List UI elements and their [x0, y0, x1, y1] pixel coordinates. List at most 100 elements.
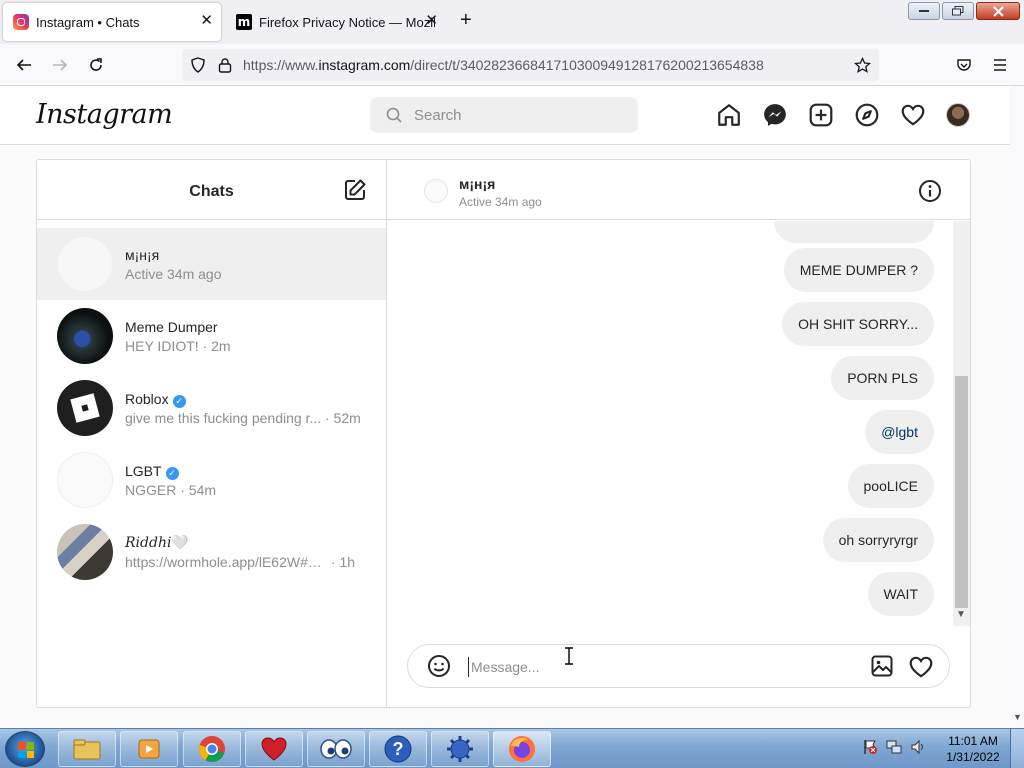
lock-icon[interactable]	[218, 57, 232, 73]
conversation-status: Active 34m ago	[459, 195, 542, 209]
chat-thread-item[interactable]: Roblox ✓ give me this fucking pending r..…	[37, 372, 386, 444]
taskbar-virus-app[interactable]	[431, 731, 489, 767]
chat-name: Meme Dumper	[125, 319, 218, 335]
message-bubble[interactable]: MEME DUMPER ?	[783, 248, 934, 292]
reload-button[interactable]	[86, 55, 106, 75]
taskbar-help[interactable]: ?	[369, 731, 427, 767]
chat-last-message: HEY IDIOT!	[125, 338, 199, 354]
restore-button[interactable]	[942, 2, 974, 20]
avatar	[57, 380, 113, 436]
minimize-icon	[919, 10, 929, 12]
close-tab-icon[interactable]: ✕	[425, 13, 438, 29]
tracking-protection-shield-icon[interactable]	[190, 57, 206, 73]
message-bubble[interactable]: OH SHIT SORRY...	[782, 302, 934, 346]
explore-icon[interactable]	[854, 102, 880, 128]
forward-button[interactable]	[50, 55, 70, 75]
info-icon[interactable]	[918, 179, 942, 203]
forward-arrow-icon	[53, 59, 68, 71]
avatar	[57, 236, 113, 292]
network-icon[interactable]	[886, 739, 902, 755]
taskbar-firefox[interactable]	[493, 731, 551, 767]
mozilla-icon: m	[236, 14, 252, 30]
chat-time: · 52m	[325, 410, 361, 426]
avatar[interactable]	[424, 179, 448, 203]
scroll-down-arrow-icon[interactable]: ▼	[1013, 712, 1022, 722]
start-button[interactable]	[5, 731, 45, 767]
new-message-icon[interactable]	[343, 178, 367, 202]
taskbar-heart-app[interactable]	[245, 731, 303, 767]
hamburger-menu-icon	[994, 59, 1006, 71]
avatar	[57, 524, 113, 580]
chat-thread-item[interactable]: LGBT ✓ NGGER · 54m	[37, 444, 386, 516]
message-bubble[interactable]: oh sorryryrgr	[822, 518, 934, 562]
chat-preview: give me this fucking pending r... · 52m	[125, 410, 361, 426]
message-thread[interactable]: MEME DUMPER ? OH SHIT SORRY... PORN PLS …	[387, 221, 952, 626]
tab-instagram-chats[interactable]: Instagram • Chats ✕	[3, 3, 221, 41]
back-button[interactable]	[14, 55, 34, 75]
bookmark-star-icon[interactable]	[854, 57, 871, 74]
like-heart-icon[interactable]	[908, 654, 934, 680]
page-scrollbar[interactable]: ▼	[1010, 86, 1024, 728]
url-text[interactable]: https://www.instagram.com/direct/t/34028…	[243, 57, 764, 73]
close-tab-icon[interactable]: ✕	[200, 13, 213, 29]
scroll-down-arrow-icon[interactable]: ▼	[956, 609, 966, 620]
taskbar-eyes-app[interactable]	[307, 731, 365, 767]
verified-badge-icon: ✓	[172, 395, 186, 408]
messenger-icon[interactable]	[762, 102, 788, 128]
new-tab-button[interactable]: +	[460, 10, 472, 30]
message-bubble[interactable]: PORN PLS	[831, 356, 934, 400]
avatar	[57, 308, 113, 364]
emoji-icon[interactable]	[427, 654, 451, 678]
volume-icon[interactable]	[910, 739, 926, 755]
show-desktop-button[interactable]	[1010, 729, 1024, 768]
new-post-icon[interactable]	[808, 102, 834, 128]
chat-name: LGBT	[125, 463, 162, 479]
inbox-pane: Chats м¡н¡я Active 34m ago Meme Dumper H…	[37, 160, 387, 707]
home-icon[interactable]	[716, 102, 742, 128]
chat-thread-item[interactable]: м¡н¡я Active 34m ago	[37, 228, 386, 300]
tab-firefox-privacy-notice[interactable]: m Firefox Privacy Notice — Mozilla ✕	[228, 3, 448, 41]
url-domain: instagram.com	[318, 57, 411, 73]
instagram-logo[interactable]: Instagram	[36, 99, 173, 130]
message-bubble[interactable]	[774, 221, 934, 243]
pocket-button[interactable]	[954, 55, 974, 75]
chat-thread-item[interactable]: Meme Dumper HEY IDIOT! · 2m	[37, 300, 386, 372]
profile-avatar[interactable]	[946, 103, 970, 127]
address-bar[interactable]: https://www.instagram.com/direct/t/34028…	[182, 49, 879, 81]
app-menu-button[interactable]	[990, 55, 1010, 75]
verified-badge-icon: ✓	[165, 467, 179, 480]
chat-last-message: give me this fucking pending r...	[125, 410, 322, 426]
browser-tab-bar: Instagram • Chats ✕ m Firefox Privacy No…	[0, 0, 1024, 44]
message-bubble-mention[interactable]: @lgbt	[865, 410, 934, 454]
tab-title: Firefox Privacy Notice — Mozilla	[259, 14, 435, 30]
taskbar-media-player[interactable]	[120, 731, 178, 767]
chat-last-message: Active 34m ago	[125, 266, 222, 282]
image-upload-icon[interactable]	[870, 654, 894, 678]
window-controls	[908, 2, 1020, 20]
virus-app-icon	[447, 736, 473, 762]
search-box[interactable]: Search	[370, 97, 638, 133]
instagram-header: Instagram Search	[0, 86, 1010, 145]
chrome-icon	[199, 736, 225, 763]
search-placeholder: Search	[414, 107, 462, 124]
taskbar-file-explorer[interactable]	[58, 731, 116, 767]
minimize-button[interactable]	[908, 2, 940, 20]
system-clock[interactable]: 11:01 AM 1/31/2022	[940, 733, 1006, 765]
thread-scrollbar[interactable]: ▼	[953, 221, 970, 626]
taskbar-chrome[interactable]	[183, 731, 241, 767]
clock-time: 11:01 AM	[948, 734, 998, 748]
conversation-name[interactable]: м¡н¡я	[459, 176, 495, 192]
message-bubble[interactable]: pooLICE	[847, 464, 934, 508]
close-window-button[interactable]	[976, 2, 1020, 20]
message-bubble[interactable]: WAIT	[867, 572, 934, 616]
tab-title: Instagram • Chats	[36, 14, 140, 30]
message-input[interactable]	[468, 657, 848, 677]
action-center-flag-icon[interactable]	[862, 739, 878, 755]
instagram-icon	[13, 14, 29, 30]
chat-thread-item[interactable]: 𝑅𝑖𝑑𝑑ℎ𝑖🤍 https://wormhole.app/lE62W#HH...…	[37, 516, 386, 588]
scrollbar-thumb[interactable]	[955, 376, 968, 608]
activity-heart-icon[interactable]	[900, 102, 926, 128]
conversation-pane: м¡н¡я Active 34m ago MEME DUMPER ? OH SH…	[387, 160, 970, 707]
firefox-icon	[509, 736, 535, 762]
chat-preview: https://wormhole.app/lE62W#HH... · 1h	[125, 554, 355, 570]
